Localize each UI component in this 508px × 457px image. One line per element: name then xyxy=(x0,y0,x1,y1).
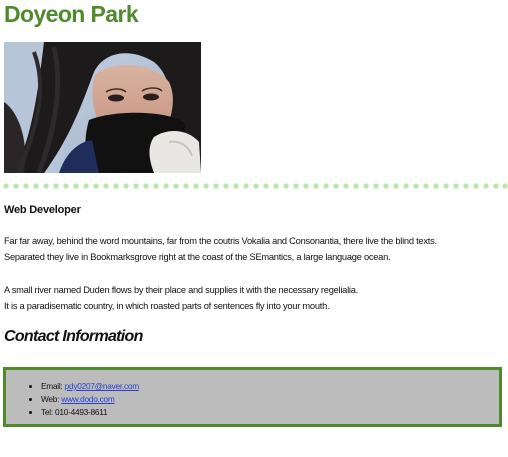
email-label: Email: xyxy=(41,381,63,391)
bio-paragraph-1-line-2: Separated they live in Bookmarksgrove ri… xyxy=(4,252,391,262)
web-link[interactable]: www.dodo.com xyxy=(61,394,115,404)
contact-item-email: Email: pdy0207@naver.com xyxy=(41,380,139,393)
contact-list: Email: pdy0207@naver.com Web: www.dodo.c… xyxy=(28,380,139,419)
page-title: Doyeon Park xyxy=(4,1,139,27)
profile-page: Doyeon Park Web Developer Far far away, … xyxy=(0,0,508,457)
contact-item-web: Web: www.dodo.com xyxy=(41,393,139,406)
job-title: Web Developer xyxy=(4,204,81,216)
web-label: Web: xyxy=(41,394,60,404)
bio-paragraph-2: A small river named Duden flows by their… xyxy=(4,282,358,314)
contact-heading: Contact Information xyxy=(4,328,143,345)
tel-value: 010-4493-8611 xyxy=(54,407,108,417)
contact-box: Email: pdy0207@naver.com Web: www.dodo.c… xyxy=(3,367,502,427)
bio-paragraph-2-line-2: It is a paradisematic country, in which … xyxy=(4,301,330,311)
contact-item-tel: Tel: 010-4493-8611 xyxy=(41,406,139,419)
bio-paragraph-1: Far far away, behind the word mountains,… xyxy=(4,233,437,265)
bio-paragraph-2-line-1: A small river named Duden flows by their… xyxy=(4,285,358,295)
profile-photo-image xyxy=(4,42,201,173)
dotted-divider-icon xyxy=(3,183,508,189)
email-link[interactable]: pdy0207@naver.com xyxy=(65,381,140,391)
tel-label: Tel: xyxy=(41,407,53,417)
profile-photo xyxy=(4,42,201,173)
bio-paragraph-1-line-1: Far far away, behind the word mountains,… xyxy=(4,236,437,246)
